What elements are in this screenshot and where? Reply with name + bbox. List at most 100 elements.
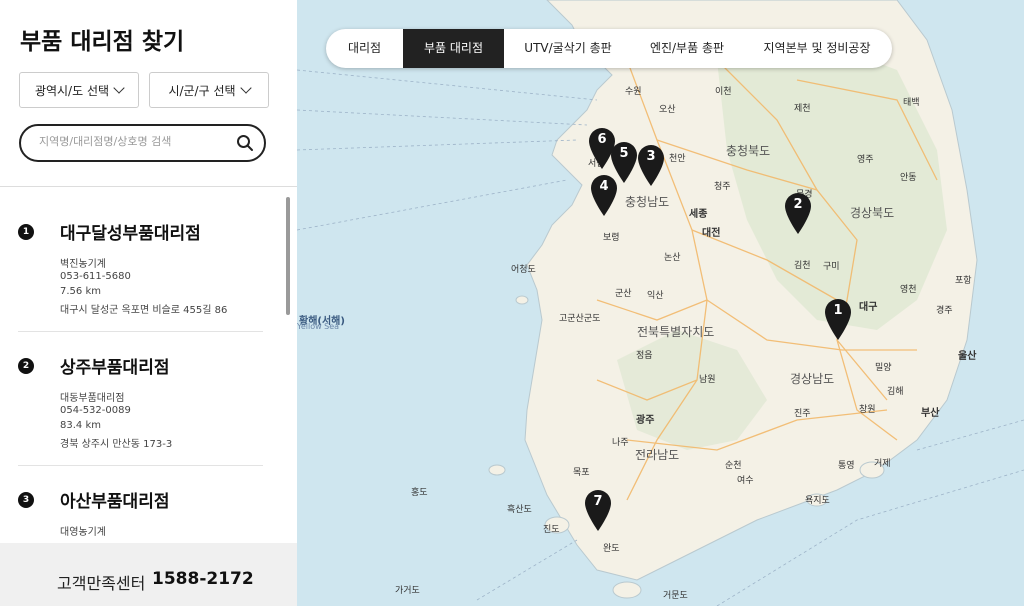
dealer-number-badge: 1 (18, 224, 34, 240)
list-item[interactable]: 1 대구달성부품대리점 벽진농기계 053-611-5680 7.56 km 대… (0, 219, 297, 353)
map-city-label: 진주 (794, 409, 811, 419)
search-box (19, 124, 266, 162)
dealer-number-badge: 3 (18, 492, 34, 508)
map-city-label: 구미 (823, 262, 840, 272)
province-select[interactable]: 광역시/도 선택 (19, 72, 139, 108)
map-city-label: 여수 (737, 476, 754, 486)
customer-center-label: 고객만족센터 (57, 574, 146, 593)
search-input[interactable] (37, 134, 241, 149)
map-marker-number: 3 (646, 149, 656, 164)
map-region-label: 전라남도 (635, 448, 680, 462)
dealer-name[interactable]: 아산부품대리점 (60, 487, 169, 512)
map-view[interactable]: 충청북도 경상북도 충청남도 전북특별자치도 경상남도 전라남도 세종 대전 대… (297, 0, 1024, 606)
map-city-label: 통영 (838, 461, 855, 471)
map-city-label: 수원 (625, 87, 642, 97)
map-city-label: 대구 (859, 302, 878, 313)
tab-parts-dealer[interactable]: 부품 대리점 (403, 29, 504, 68)
map-city-label: 부산 (921, 408, 940, 419)
dealer-list: 1 대구달성부품대리점 벽진농기계 053-611-5680 7.56 km 대… (0, 187, 297, 543)
tab-dealer[interactable]: 대리점 (326, 29, 403, 68)
divider (18, 331, 263, 332)
island-label: 완도 (603, 544, 620, 554)
map-city-label: 태백 (903, 98, 920, 108)
chevron-down-icon (239, 82, 252, 94)
map-marker[interactable]: 7 (583, 488, 613, 532)
map-city-label: 영주 (857, 155, 874, 165)
map-marker-number: 7 (593, 494, 603, 509)
category-tab-bar: 대리점 부품 대리점 UTV/굴삭기 총판 엔진/부품 총판 지역본부 및 정비… (326, 29, 892, 68)
map-city-label: 안동 (900, 173, 917, 183)
map-city-label: 남원 (699, 375, 716, 385)
dealer-number-badge: 2 (18, 358, 34, 374)
tab-engine-parts[interactable]: 엔진/부품 총판 (632, 29, 742, 68)
divider (18, 465, 263, 466)
dealer-company: 벽진농기계 (60, 259, 106, 270)
tab-regional-hq[interactable]: 지역본부 및 정비공장 (742, 29, 892, 68)
map-city-label: 보령 (603, 233, 620, 243)
map-city-label: 오산 (659, 105, 676, 115)
island-label: 홍도 (411, 488, 428, 498)
city-select[interactable]: 시/군/구 선택 (149, 72, 269, 108)
map-city-label: 영천 (900, 285, 917, 295)
dealer-name[interactable]: 대구달성부품대리점 (60, 219, 201, 244)
map-city-label: 거제 (874, 459, 891, 469)
map-city-label: 밀양 (875, 363, 892, 373)
map-region-label: 충청북도 (726, 144, 771, 158)
dealer-phone: 054-532-0089 (60, 405, 131, 416)
dealer-company: 대동부품대리점 (60, 393, 125, 404)
dealer-phone: 053-611-5680 (60, 271, 131, 282)
dealer-distance: 83.4 km (60, 420, 101, 431)
page-title: 부품 대리점 찾기 (20, 29, 185, 55)
map-city-label: 군산 (615, 289, 632, 299)
province-select-label: 광역시/도 선택 (34, 83, 110, 98)
map-city-label: 세종 (689, 209, 708, 220)
map-city-label: 울산 (958, 351, 977, 362)
map-city-label: 목포 (573, 468, 590, 478)
map-city-label: 창원 (859, 405, 876, 415)
search-icon[interactable] (236, 134, 254, 156)
customer-center-footer: 고객만족센터 1588-2172 (0, 543, 297, 606)
map-marker[interactable]: 1 (823, 297, 853, 341)
city-select-label: 시/군/구 선택 (168, 83, 236, 98)
map-region-label: 충청남도 (625, 195, 670, 209)
list-item[interactable]: 2 상주부품대리점 대동부품대리점 054-532-0089 83.4 km 경… (0, 353, 297, 487)
map-city-label: 청주 (714, 182, 731, 192)
island-label: 거문도 (663, 591, 688, 601)
dealer-distance: 7.56 km (60, 286, 101, 297)
map-city-label: 논산 (664, 253, 681, 263)
dealer-name[interactable]: 상주부품대리점 (60, 353, 169, 378)
map-background (297, 0, 1024, 606)
map-marker-number: 1 (833, 303, 843, 318)
map-marker[interactable]: 6 (587, 126, 617, 170)
map-city-label: 김천 (794, 261, 811, 271)
map-city-label: 대전 (702, 228, 721, 239)
island-label: 어청도 (511, 265, 536, 275)
map-city-label: 경주 (936, 306, 953, 316)
island-label: 욕지도 (805, 496, 830, 506)
map-region-label: 경상남도 (790, 372, 835, 386)
dealer-address: 경북 상주시 만산동 173-3 (60, 439, 173, 450)
tab-utv-excavator[interactable]: UTV/굴삭기 총판 (504, 29, 632, 68)
map-city-label: 정읍 (636, 351, 653, 361)
map-city-label: 익산 (647, 291, 664, 301)
island-label: 진도 (543, 525, 560, 535)
map-city-label: 천안 (669, 154, 686, 164)
map-marker[interactable]: 3 (636, 143, 666, 187)
map-marker-number: 2 (793, 197, 803, 212)
customer-center-phone[interactable]: 1588-2172 (152, 569, 254, 589)
map-marker[interactable]: 2 (783, 191, 813, 235)
map-city-label: 포항 (955, 276, 972, 286)
sea-label-en: Yellow Sea (297, 322, 340, 331)
map-city-label: 이천 (715, 87, 732, 97)
island-label: 가거도 (395, 586, 420, 596)
list-item[interactable]: 3 아산부품대리점 대영농기계 (0, 487, 297, 543)
map-city-label: 나주 (612, 438, 629, 448)
island-label: 흑산도 (507, 505, 532, 515)
island-label: 고군산군도 (559, 314, 601, 324)
sidebar: 부품 대리점 찾기 광역시/도 선택 시/군/구 선택 1 대구달성부품대리점 … (0, 0, 297, 606)
map-marker-number: 6 (597, 132, 607, 147)
scrollbar[interactable] (286, 197, 290, 315)
map-region-label: 경상북도 (850, 206, 895, 220)
dealer-address: 대구시 달성군 옥포면 비슬로 455길 86 (60, 305, 228, 316)
map-region-label: 전북특별자치도 (637, 325, 715, 339)
